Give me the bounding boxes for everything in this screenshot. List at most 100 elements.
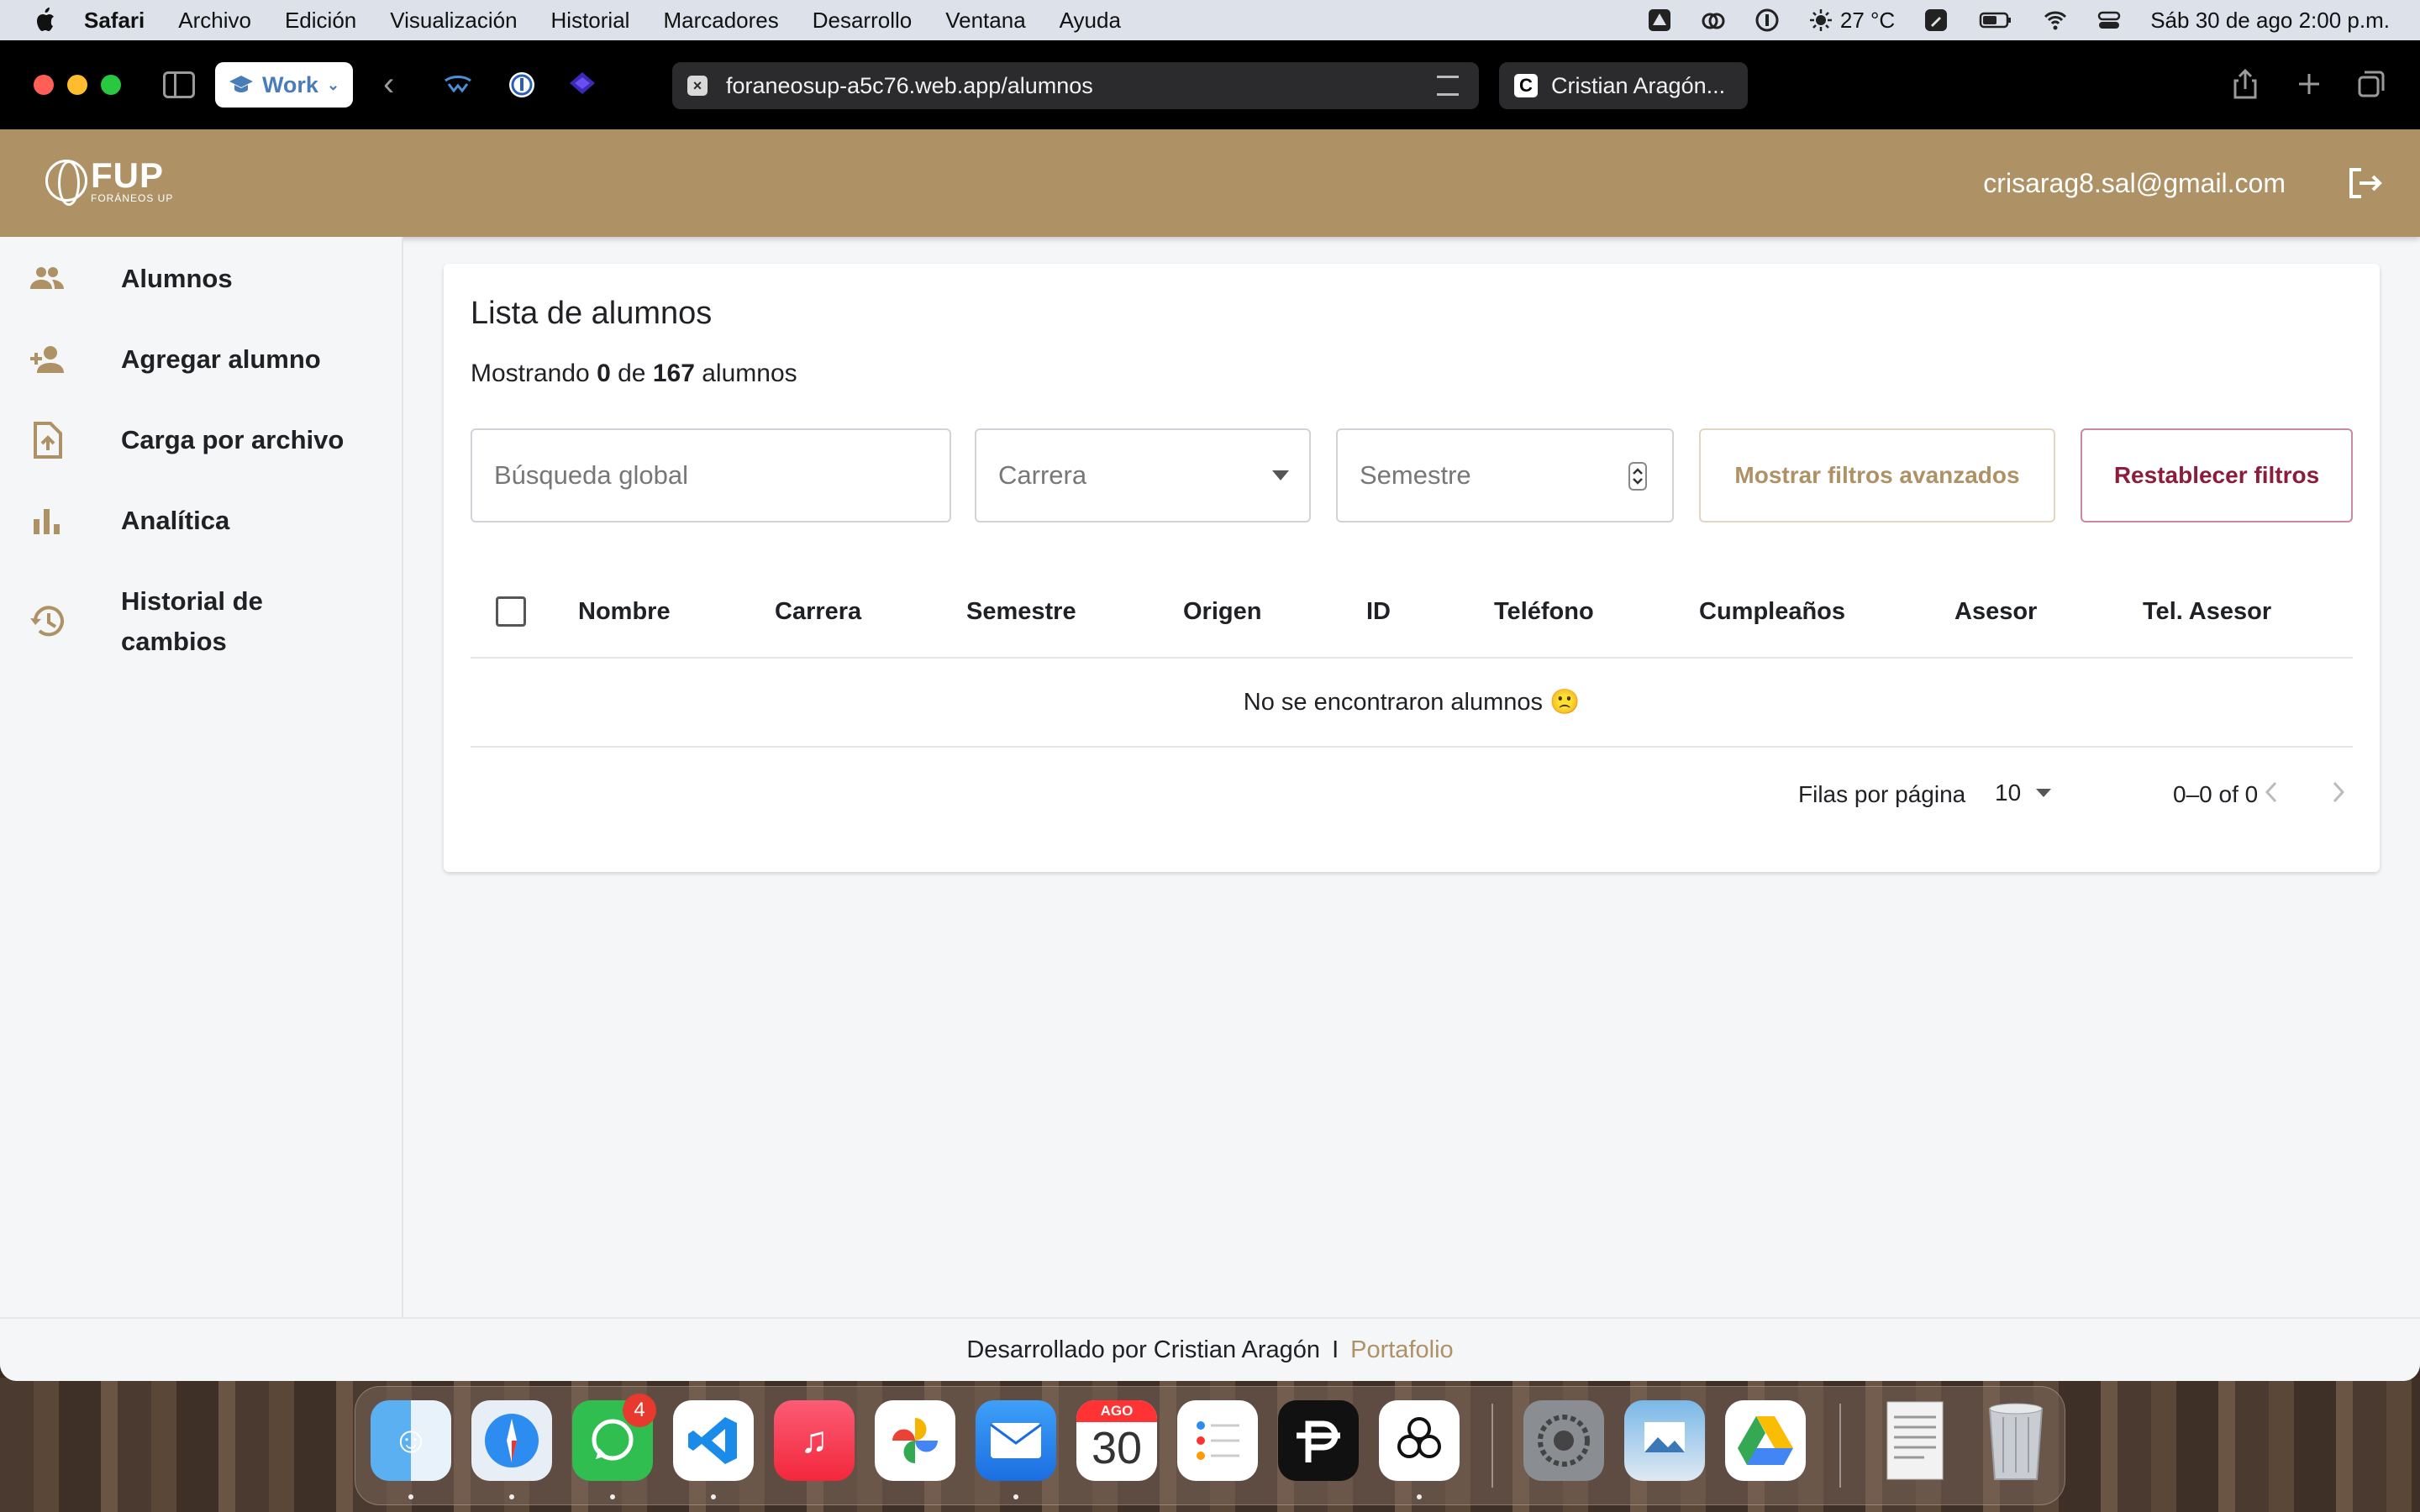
column-id[interactable]: ID — [1366, 598, 1391, 626]
people-icon — [30, 267, 64, 289]
preview-icon[interactable] — [1624, 1400, 1705, 1481]
menu-ventana[interactable]: Ventana — [945, 8, 1025, 34]
notification-badge: 4 — [623, 1394, 656, 1427]
menu-visualizacion[interactable]: Visualización — [390, 8, 517, 34]
column-carrera[interactable]: Carrera — [775, 598, 861, 626]
minimize-window-button[interactable] — [67, 75, 87, 95]
column-semestre[interactable]: Semestre — [966, 598, 1076, 626]
vscode-icon[interactable] — [673, 1400, 754, 1481]
stepper-icon[interactable] — [1628, 462, 1647, 491]
address-bar[interactable]: × foraneosup-a5c76.web.app/alumnos — [672, 62, 1479, 109]
sidebar-item-label: Agregar alumno — [121, 344, 321, 374]
tab-overview-icon[interactable] — [2354, 67, 2388, 101]
empty-message: No se encontraron alumnos 🙁 — [471, 659, 2353, 748]
extension-layers-icon[interactable] — [566, 69, 598, 101]
portfolio-link[interactable]: Portafolio — [1350, 1336, 1454, 1364]
reminders-icon[interactable] — [1177, 1400, 1258, 1481]
sidebar-item-historial[interactable]: Historial de cambios — [0, 581, 403, 662]
results-count: Mostrando 0 de 167 alumnos — [471, 360, 797, 388]
sidebar-item-carga-por-archivo[interactable]: Carga por archivo — [0, 420, 403, 460]
weather-status[interactable]: 27 °C — [1808, 8, 1895, 34]
menu-app-safari[interactable]: Safari — [84, 8, 145, 34]
sidebar-item-analitica[interactable]: Analítica — [0, 501, 403, 541]
browser-window: Work ⌄ ‹ × foraneosup-a5c76.web.app/alum… — [0, 40, 2420, 1381]
sidebar-item-agregar-alumno[interactable]: Agregar alumno — [0, 339, 403, 380]
menu-bar: Safari Archivo Edición Visualización His… — [0, 0, 2420, 40]
column-nombre[interactable]: Nombre — [578, 598, 671, 626]
mail-icon[interactable] — [976, 1400, 1056, 1481]
menu-desarrollo[interactable]: Desarrollo — [813, 8, 913, 34]
document-stack-icon[interactable] — [1875, 1400, 1955, 1481]
chatgpt-icon[interactable] — [1379, 1400, 1460, 1481]
search-input[interactable]: Búsqueda global — [471, 428, 951, 522]
chevron-down-icon: ⌄ — [326, 76, 340, 93]
advanced-filters-button[interactable]: Mostrar filtros avanzados — [1699, 428, 2055, 522]
back-button[interactable]: ‹ — [383, 67, 394, 101]
semestre-input[interactable]: Semestre — [1336, 428, 1674, 522]
sidebar-item-alumnos[interactable]: Alumnos — [0, 259, 403, 299]
rows-per-page-value: 10 — [1995, 780, 2022, 806]
column-telefono[interactable]: Teléfono — [1494, 598, 1594, 626]
caret-down-icon — [1272, 470, 1289, 480]
reset-filters-button[interactable]: Restablecer filtros — [2081, 428, 2353, 522]
tab-cristian-aragon[interactable]: C Cristian Aragón... — [1499, 62, 1748, 109]
clock[interactable]: Sáb 30 de ago 2:00 p.m. — [2150, 8, 2390, 34]
carrera-select[interactable]: Carrera — [975, 428, 1311, 522]
column-origen[interactable]: Origen — [1183, 598, 1261, 626]
safari-icon[interactable] — [471, 1400, 552, 1481]
weather-temp: 27 °C — [1839, 7, 1896, 33]
share-icon[interactable] — [2228, 67, 2262, 101]
close-window-button[interactable] — [34, 75, 54, 95]
footer-credit: Desarrollado por Cristian Aragón — [966, 1336, 1321, 1363]
creative-cloud-icon[interactable] — [1701, 8, 1726, 33]
running-indicator — [1417, 1494, 1422, 1499]
photos-icon[interactable] — [875, 1400, 955, 1481]
logout-icon[interactable] — [2346, 166, 2383, 200]
zoom-window-button[interactable] — [101, 75, 121, 95]
app-logo[interactable]: FUP FORÁNEOS UP — [45, 155, 173, 206]
menu-marcadores[interactable]: Marcadores — [663, 8, 778, 34]
wifi-icon[interactable] — [2043, 8, 2068, 33]
extension-1password-icon[interactable] — [506, 69, 538, 101]
drive-status-icon[interactable] — [1647, 8, 1672, 33]
menu-ayuda[interactable]: Ayuda — [1060, 8, 1121, 34]
sidebar-toggle-icon[interactable] — [163, 71, 195, 98]
extension-wave-icon[interactable] — [442, 69, 474, 101]
google-drive-icon[interactable] — [1725, 1400, 1806, 1481]
file-upload-icon — [34, 422, 62, 459]
music-icon[interactable]: ♫ — [774, 1400, 855, 1481]
reader-mode-icon[interactable] — [1437, 76, 1459, 96]
pen-app-dock-icon[interactable] — [1278, 1400, 1359, 1481]
battery-icon[interactable] — [1977, 8, 2014, 33]
footer-separator: I — [1332, 1336, 1339, 1363]
site-favicon-icon: × — [687, 76, 708, 96]
running-indicator — [1013, 1494, 1018, 1499]
control-center-icon[interactable] — [2096, 8, 2122, 33]
password-manager-icon[interactable] — [1754, 8, 1780, 33]
column-asesor[interactable]: Asesor — [1954, 598, 2037, 626]
dock: ☺ 4 ♫ AGO 30 — [355, 1386, 2065, 1505]
user-email: crisarag8.sal@gmail.com — [1983, 168, 2286, 198]
pen-app-icon[interactable] — [1923, 8, 1949, 33]
new-tab-icon[interactable] — [2292, 67, 2326, 101]
finder-icon[interactable]: ☺ — [371, 1400, 451, 1481]
chevron-right-icon[interactable] — [2331, 781, 2346, 803]
trash-icon[interactable] — [1975, 1400, 2056, 1481]
select-all-checkbox[interactable] — [496, 596, 526, 627]
column-tel-asesor[interactable]: Tel. Asesor — [2143, 598, 2271, 626]
rows-per-page-label: Filas por página — [1798, 781, 1966, 807]
menu-edicion[interactable]: Edición — [285, 8, 356, 34]
menu-historial[interactable]: Historial — [551, 8, 630, 34]
sidebar-item-label: Analítica — [121, 506, 230, 535]
profile-switcher[interactable]: Work ⌄ — [215, 62, 353, 108]
tab-favicon-icon: C — [1514, 74, 1538, 97]
logo-text: FUP — [91, 155, 164, 195]
sidebar: Alumnos Agregar alumno Carga por archivo… — [0, 237, 403, 1317]
system-settings-icon[interactable] — [1523, 1400, 1604, 1481]
chevron-left-icon[interactable] — [2264, 781, 2279, 803]
rows-per-page-select[interactable]: 10 — [1995, 780, 2052, 806]
column-cumpleanos[interactable]: Cumpleaños — [1699, 598, 1845, 626]
calendar-icon[interactable]: AGO 30 — [1076, 1400, 1157, 1481]
apple-icon[interactable] — [34, 8, 55, 33]
menu-archivo[interactable]: Archivo — [178, 8, 251, 34]
